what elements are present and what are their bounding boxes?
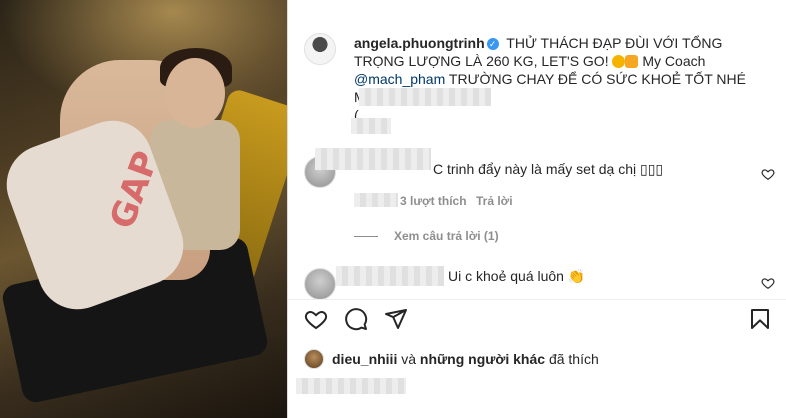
view-replies-label: Xem câu trả lời (1): [394, 229, 499, 243]
liker-avatar[interactable]: [304, 349, 324, 369]
muscle-emoji-icon: [625, 55, 639, 68]
comment-like-count[interactable]: 3 lượt thích: [400, 194, 467, 208]
actions-divider: [288, 299, 786, 300]
bookmark-icon[interactable]: [748, 307, 772, 331]
redacted-caption-line: [359, 88, 491, 106]
author-avatar[interactable]: [304, 33, 336, 65]
author-username[interactable]: angela.phuongtrinh: [354, 35, 485, 51]
redacted-caption-time: [351, 118, 391, 134]
view-replies-button[interactable]: Xem câu trả lời (1): [354, 229, 499, 243]
share-icon[interactable]: [384, 307, 408, 331]
comment-2-body: Ui c khoẻ quá luôn: [448, 268, 564, 284]
post-photo[interactable]: GAP: [0, 0, 287, 418]
comment-body: C trinh đẩy này là mấy set dạ chị: [433, 161, 637, 177]
redacted-commenter-name: [315, 148, 431, 170]
redacted-post-date: [296, 378, 406, 394]
likes-summary: dieu_nhiii và những người khác đã thích: [304, 349, 599, 369]
verified-badge-icon: ✓: [486, 38, 499, 50]
commenter-2-avatar[interactable]: [304, 268, 336, 300]
comment-reply-button[interactable]: Trả lời: [476, 194, 513, 208]
post-caption: angela.phuongtrinh ✓ THỬ THÁCH ĐẠP ĐÙI VỚ…: [354, 34, 764, 124]
redacted-commenter-2-name: [336, 266, 444, 286]
comment-heart-icon[interactable]: [761, 167, 775, 181]
redacted-comment-time: [354, 193, 398, 207]
liker-username[interactable]: dieu_nhiii: [332, 351, 397, 367]
comment-emoji: ▯▯▯: [640, 161, 664, 177]
replies-line: [354, 235, 378, 237]
post-side-panel: angela.phuongtrinh ✓ THỬ THÁCH ĐẠP ĐÙI VỚ…: [288, 0, 786, 418]
clap-emoji-icon: 👏: [567, 268, 586, 284]
comment-icon[interactable]: [344, 307, 368, 331]
person-head: [165, 58, 225, 128]
coach-mention-link[interactable]: @mach_pham: [354, 71, 445, 87]
caption-text-2: My Coach: [642, 53, 706, 69]
likes-and: và: [401, 351, 417, 367]
likes-suffix: đã thích: [548, 351, 599, 367]
comment-text: C trinh đẩy này là mấy set dạ chị ▯▯▯: [433, 161, 663, 178]
heart-icon[interactable]: [304, 307, 328, 331]
likes-others-link[interactable]: những người khác: [420, 351, 545, 367]
comment-2-text: Ui c khoẻ quá luôn 👏: [448, 268, 585, 285]
comment-2-heart-icon[interactable]: [761, 276, 775, 290]
surprised-emoji-icon: [612, 55, 626, 68]
